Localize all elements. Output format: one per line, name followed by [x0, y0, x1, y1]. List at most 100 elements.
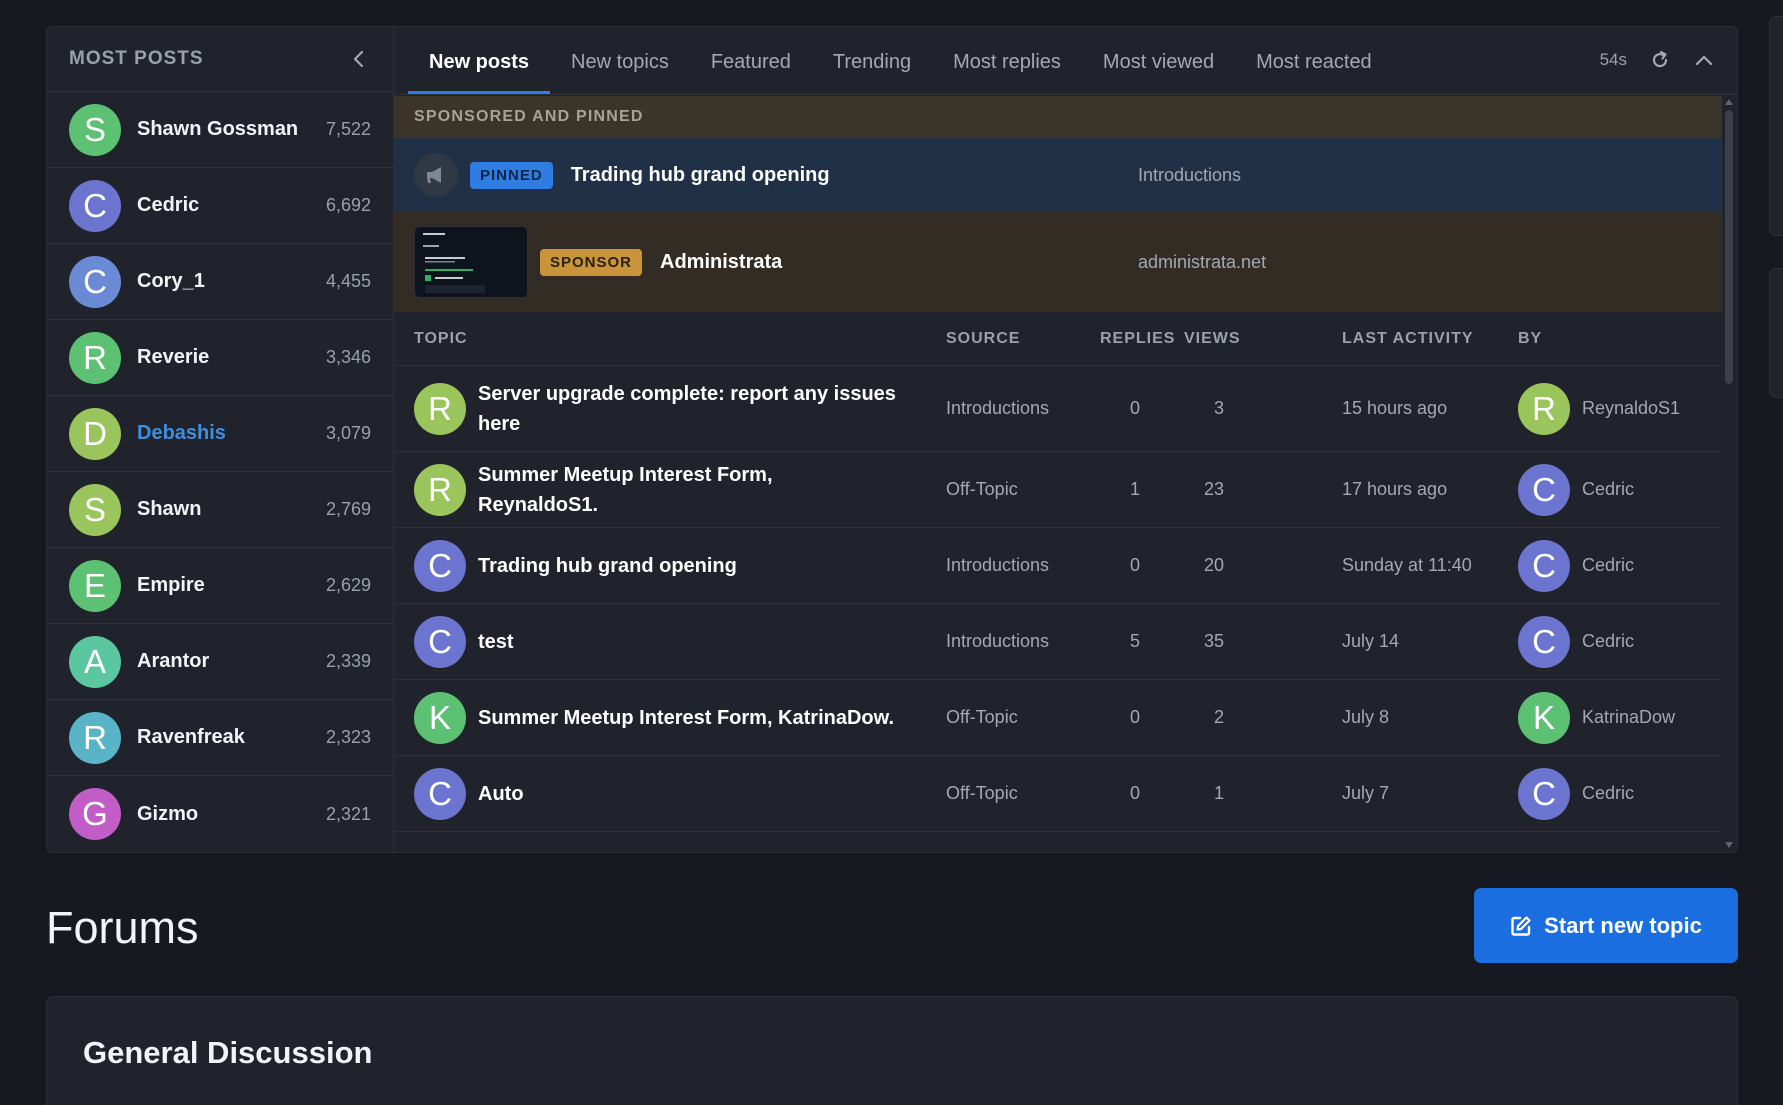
topic-title[interactable]: Server upgrade complete: report any issu… — [478, 379, 898, 439]
tab-most-viewed[interactable]: Most viewed — [1082, 51, 1235, 94]
pinned-source[interactable]: Introductions — [1138, 165, 1241, 186]
topic-views: 2 — [1213, 707, 1224, 727]
forums-title: Forums — [46, 902, 199, 953]
topic-last-activity[interactable]: 15 hours ago — [1342, 398, 1447, 419]
member-post-count: 6,692 — [325, 195, 371, 215]
tab-trending[interactable]: Trending — [812, 51, 932, 94]
tab-new-posts[interactable]: New posts — [408, 51, 551, 94]
member-name[interactable]: Ravenfreak — [137, 726, 326, 749]
avatar[interactable]: C — [1518, 615, 1570, 668]
pinned-title[interactable]: Trading hub grand opening — [571, 164, 830, 187]
avatar[interactable]: R — [69, 331, 121, 384]
member-name[interactable]: Debashis — [137, 422, 326, 445]
author-name[interactable]: KatrinaDow — [1582, 707, 1675, 728]
avatar[interactable]: E — [69, 559, 121, 612]
topic-last-activity[interactable]: July 8 — [1342, 707, 1389, 728]
scroll-up-arrow[interactable] — [1725, 99, 1733, 105]
topic-cell: Ctest — [414, 615, 898, 668]
member-post-count: 3,346 — [325, 347, 371, 367]
table-row[interactable]: R Summer Meetup Interest Form, ReynaldoS1… — [394, 452, 1722, 528]
avatar[interactable]: S — [69, 103, 121, 156]
avatar[interactable]: R — [1518, 382, 1570, 435]
chevron-up-icon[interactable] — [1693, 49, 1715, 71]
author-name[interactable]: Cedric — [1582, 479, 1634, 500]
topic-title[interactable]: test — [478, 627, 898, 657]
topic-source[interactable]: Introductions — [946, 555, 1049, 576]
table-row[interactable]: C Auto Off-Topic 0 1 July 7 C Cedric — [394, 756, 1722, 832]
author-name[interactable]: Cedric — [1582, 783, 1634, 804]
topic-source[interactable]: Introductions — [946, 631, 1049, 652]
tab-most-replies[interactable]: Most replies — [932, 51, 1082, 94]
member-row: R Reverie 3,346 — [47, 320, 393, 396]
start-new-topic-button[interactable]: Start new topic — [1474, 888, 1738, 963]
member-name[interactable]: Empire — [137, 574, 326, 597]
topic-title[interactable]: Summer Meetup Interest Form, KatrinaDow. — [478, 703, 898, 733]
topic-last-activity[interactable]: Sunday at 11:40 — [1342, 555, 1472, 576]
sponsor-title[interactable]: Administrata — [660, 251, 782, 274]
pinned-row[interactable]: PINNED Trading hub grand opening Introdu… — [394, 138, 1722, 212]
member-name[interactable]: Shawn Gossman — [137, 118, 326, 141]
member-name[interactable]: Gizmo — [137, 803, 326, 826]
topic-replies: 1 — [1129, 479, 1140, 499]
topic-cell: C Auto — [414, 767, 898, 820]
chevron-left-icon[interactable] — [347, 48, 369, 70]
avatar[interactable]: G — [69, 788, 121, 840]
topic-last-activity[interactable]: 17 hours ago — [1342, 479, 1447, 500]
tab-most-reacted[interactable]: Most reacted — [1235, 51, 1393, 94]
avatar[interactable]: D — [69, 407, 121, 460]
sponsor-thumbnail[interactable] — [414, 226, 528, 298]
avatar[interactable]: R — [69, 711, 121, 764]
author-name[interactable]: Cedric — [1582, 555, 1634, 576]
avatar[interactable]: C — [69, 255, 121, 308]
topic-title[interactable]: Summer Meetup Interest Form, ReynaldoS1. — [478, 460, 898, 520]
avatar[interactable]: S — [69, 483, 121, 536]
tab-new-topics[interactable]: New topics — [550, 51, 690, 94]
topic-title[interactable]: Trading hub grand opening — [478, 551, 898, 581]
topic-title[interactable]: Auto — [478, 779, 898, 809]
topic-author: C Cedric — [1518, 615, 1634, 668]
sponsor-source[interactable]: administrata.net — [1138, 252, 1266, 273]
table-row[interactable]: C Trading hub grand opening Introductions 0… — [394, 528, 1722, 604]
scroll-thumb[interactable] — [1725, 110, 1733, 384]
avatar[interactable]: C — [414, 539, 466, 592]
avatar[interactable]: C — [69, 179, 121, 232]
author-name[interactable]: ReynaldoS1 — [1582, 398, 1680, 419]
table-row[interactable]: Ctest Introductions 5 35 July 14 C Cedric — [394, 604, 1722, 680]
avatar[interactable]: C — [1518, 539, 1570, 592]
avatar[interactable]: R — [414, 382, 466, 435]
member-name[interactable]: Cory_1 — [137, 270, 326, 293]
author-name[interactable]: Cedric — [1582, 631, 1634, 652]
avatar[interactable]: C — [1518, 767, 1570, 820]
header-source: SOURCE — [946, 329, 1021, 347]
avatar[interactable]: K — [414, 691, 466, 744]
topic-last-activity[interactable]: July 14 — [1342, 631, 1399, 652]
tab-featured[interactable]: Featured — [690, 51, 812, 94]
topic-source[interactable]: Off-Topic — [946, 783, 1018, 804]
member-name[interactable]: Cedric — [137, 194, 326, 217]
topic-source[interactable]: Off-Topic — [946, 479, 1018, 500]
member-name[interactable]: Reverie — [137, 346, 326, 369]
topic-cell: R Summer Meetup Interest Form, ReynaldoS1… — [414, 460, 898, 520]
table-row[interactable]: K Summer Meetup Interest Form, KatrinaDow… — [394, 680, 1722, 756]
avatar[interactable]: C — [414, 615, 466, 668]
member-row: G Gizmo 2,321 — [47, 776, 393, 852]
side-widget-edge — [1769, 268, 1783, 398]
refresh-icon[interactable] — [1649, 49, 1671, 71]
topic-source[interactable]: Off-Topic — [946, 707, 1018, 728]
avatar[interactable]: A — [69, 635, 121, 688]
side-widget-edge — [1769, 16, 1783, 236]
scrollbar[interactable] — [1722, 96, 1737, 852]
avatar[interactable]: C — [1518, 463, 1570, 516]
member-name[interactable]: Shawn — [137, 498, 326, 521]
member-name[interactable]: Arantor — [137, 650, 326, 673]
topic-source[interactable]: Introductions — [946, 398, 1049, 419]
avatar[interactable]: K — [1518, 691, 1570, 744]
avatar[interactable]: R — [414, 463, 466, 516]
table-row[interactable]: R Server upgrade complete: report any iss… — [394, 366, 1722, 452]
topic-last-activity[interactable]: July 7 — [1342, 783, 1389, 804]
avatar[interactable]: C — [414, 767, 466, 820]
member-row: S Shawn 2,769 — [47, 472, 393, 548]
scroll-down-arrow[interactable] — [1725, 842, 1733, 848]
sponsor-row[interactable]: SPONSOR Administrata administrata.net — [394, 212, 1722, 312]
category-title[interactable]: General Discussion — [83, 1035, 372, 1071]
